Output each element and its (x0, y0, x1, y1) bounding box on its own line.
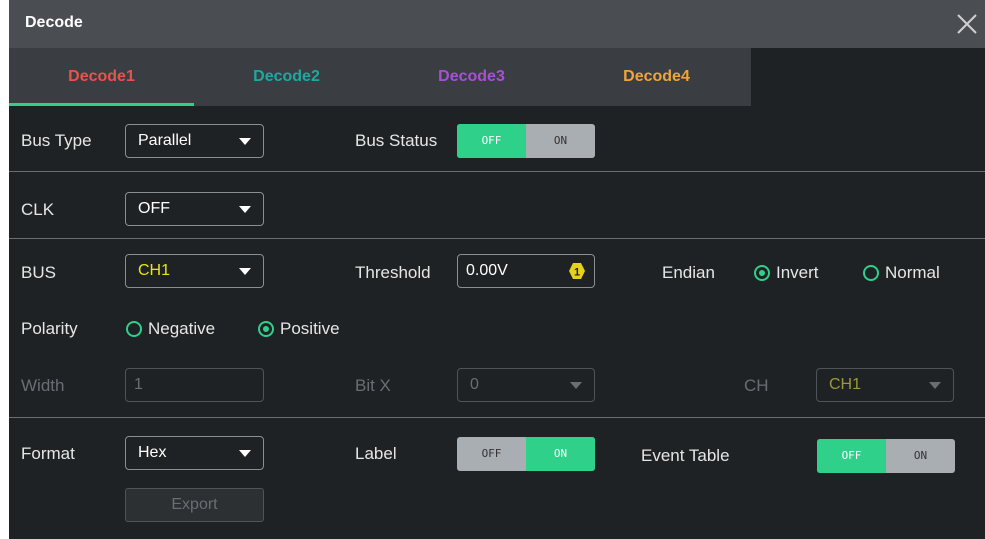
export-button[interactable]: Export (125, 488, 264, 522)
clk-label: CLK (21, 200, 55, 219)
chevron-down-icon (239, 138, 251, 145)
divider (9, 417, 985, 418)
event-table-label: Event Table (641, 446, 730, 465)
bus-type-select[interactable]: Parallel (125, 124, 264, 158)
decode-dialog: Decode Decode1 Decode2 Decode3 Decode4 B… (9, 0, 985, 539)
clk-select[interactable]: OFF (125, 192, 264, 226)
dialog-title: Decode (25, 14, 83, 31)
format-value: Hex (138, 444, 167, 461)
width-label: Width (21, 376, 65, 395)
width-input: 1 (125, 368, 264, 402)
ch-label: CH (744, 376, 769, 395)
multipurpose-knob-icon[interactable]: 1 (568, 262, 586, 280)
decode-tabs: Decode1 Decode2 Decode3 Decode4 (9, 48, 751, 106)
polarity-label: Polarity (21, 319, 78, 338)
event-table-off: OFF (817, 439, 886, 473)
bus-value: CH1 (138, 262, 171, 279)
bus-select[interactable]: CH1 (125, 254, 264, 288)
ch-value: CH1 (829, 376, 862, 393)
label-toggle-off: OFF (481, 447, 502, 460)
threshold-value: 0.00V (466, 262, 508, 279)
threshold-label: Threshold (355, 263, 431, 282)
bitx-label: Bit X (355, 376, 391, 395)
polarity-positive-label: Positive (280, 319, 340, 338)
chevron-down-icon (570, 382, 582, 389)
bitx-value: 0 (470, 376, 479, 393)
threshold-badge: 1 (574, 267, 580, 279)
format-label: Format (21, 444, 75, 463)
tab-decode1[interactable]: Decode1 (9, 48, 194, 106)
divider (9, 238, 985, 239)
bus-type-value: Parallel (138, 132, 192, 149)
tab-decode3[interactable]: Decode3 (379, 48, 564, 106)
divider (9, 171, 985, 172)
radio-selected-icon (754, 265, 770, 281)
chevron-down-icon (239, 268, 251, 275)
polarity-negative-label: Negative (148, 319, 216, 338)
chevron-down-icon (239, 450, 251, 457)
bus-label: BUS (21, 263, 56, 282)
bus-status-toggle[interactable]: OFF ON (457, 124, 595, 158)
bus-type-label: Bus Type (21, 131, 92, 150)
bitx-select: 0 (457, 368, 595, 402)
radio-selected-icon (258, 321, 274, 337)
polarity-negative-radio[interactable]: Negative (126, 319, 236, 343)
chevron-down-icon (239, 206, 251, 213)
event-table-on: ON (913, 449, 928, 462)
endian-label: Endian (662, 263, 715, 282)
tab-decode2[interactable]: Decode2 (194, 48, 379, 106)
radio-unselected-icon (863, 265, 879, 281)
tab-decode4[interactable]: Decode4 (564, 48, 749, 106)
bus-status-off: OFF (457, 124, 526, 158)
ch-select: CH1 (816, 368, 954, 402)
width-value: 1 (134, 376, 143, 393)
chevron-down-icon (929, 382, 941, 389)
event-table-toggle[interactable]: OFF ON (817, 439, 955, 473)
bus-status-label: Bus Status (355, 131, 438, 150)
threshold-input[interactable]: 0.00V 1 (457, 254, 595, 288)
radio-unselected-icon (126, 321, 142, 337)
title-bar: Decode (9, 0, 985, 48)
endian-normal-label: Normal (885, 263, 940, 282)
polarity-positive-radio[interactable]: Positive (258, 319, 368, 343)
endian-invert-label: Invert (776, 263, 819, 282)
endian-normal-radio[interactable]: Normal (863, 263, 963, 287)
format-select[interactable]: Hex (125, 436, 264, 470)
label-toggle[interactable]: OFF ON (457, 437, 595, 471)
endian-invert-radio[interactable]: Invert (754, 263, 844, 287)
label-toggle-label: Label (355, 444, 397, 463)
label-toggle-on: ON (526, 437, 595, 471)
bus-status-on: ON (553, 134, 568, 147)
clk-value: OFF (138, 200, 170, 217)
close-icon[interactable] (955, 12, 979, 36)
